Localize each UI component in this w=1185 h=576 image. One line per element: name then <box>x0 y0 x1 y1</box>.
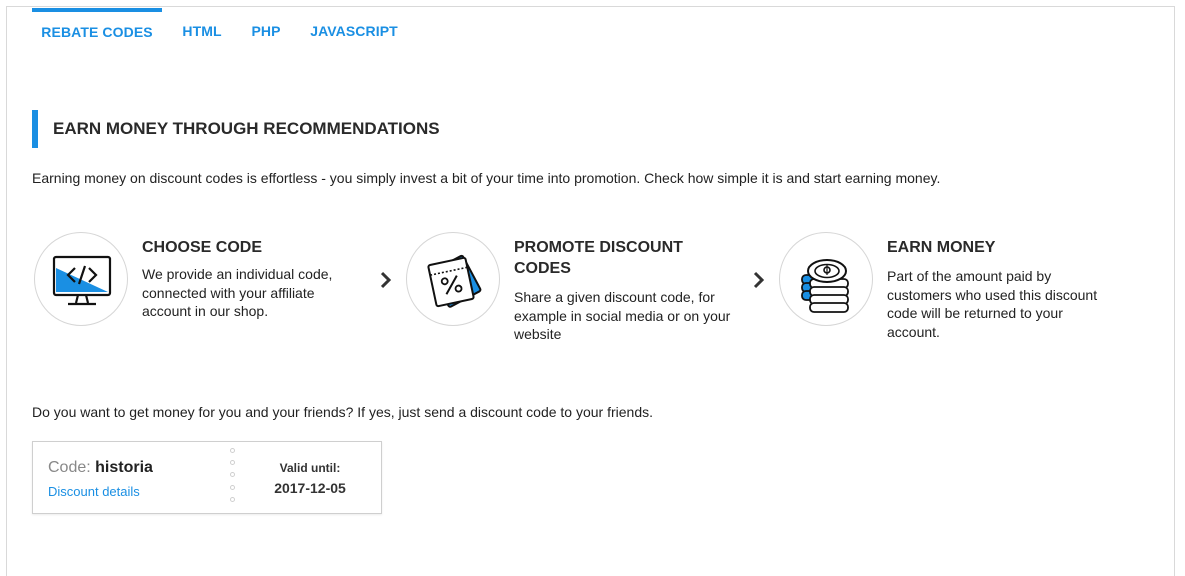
chevron-right-icon <box>753 271 765 289</box>
step-text: We provide an individual code, connected… <box>142 266 333 319</box>
monitor-code-icon <box>34 232 128 326</box>
coupon-code: Code: historia <box>48 459 153 477</box>
discount-details-link[interactable]: Discount details <box>48 484 140 499</box>
perforation-divider <box>230 448 238 509</box>
section-title: EARN MONEY THROUGH RECOMMENDATIONS <box>32 110 440 148</box>
intro-text: Earning money on discount codes is effor… <box>32 170 941 186</box>
step-title: PROMOTE DISCOUNT CODES <box>514 239 683 277</box>
coins-icon <box>779 232 873 326</box>
code-value: historia <box>95 459 153 476</box>
tab-php[interactable]: PHP <box>250 8 282 48</box>
tab-html[interactable]: HTML <box>182 8 222 48</box>
chevron-right-icon <box>380 271 392 289</box>
step-text: Part of the amount paid by customers who… <box>887 268 1098 340</box>
step-title: CHOOSE CODE <box>142 239 263 256</box>
discount-tickets-icon <box>406 232 500 326</box>
valid-until-date: 2017-12-05 <box>274 480 346 496</box>
step-text: Share a given discount code, for example… <box>514 289 731 342</box>
question-text: Do you want to get money for you and you… <box>32 404 654 420</box>
tab-javascript[interactable]: JAVASCRIPT <box>309 8 399 48</box>
discount-coupon: Code: historia Discount details Valid un… <box>32 441 382 514</box>
valid-until-label: Valid until: <box>279 461 341 475</box>
tab-rebate-codes[interactable]: REBATE CODES <box>32 8 162 52</box>
code-label: Code: <box>48 459 91 476</box>
step-title: EARN MONEY <box>887 239 996 256</box>
